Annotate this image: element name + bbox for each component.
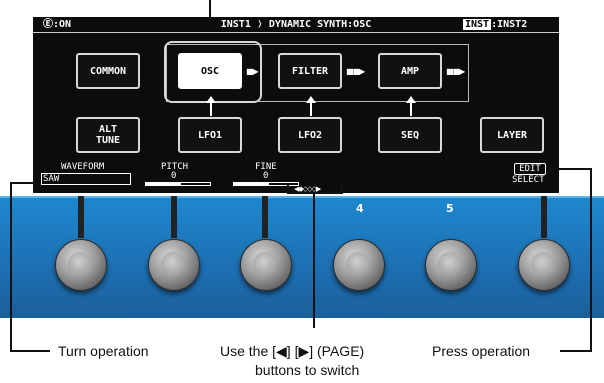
block-layer[interactable]: LAYER bbox=[480, 117, 544, 153]
pitch-bar[interactable] bbox=[145, 182, 211, 186]
alt-tune-line1: ALT bbox=[98, 124, 118, 135]
press-operation-caption: Press operation bbox=[432, 343, 531, 359]
fine-bar[interactable] bbox=[233, 182, 299, 186]
block-seq[interactable]: SEQ bbox=[378, 117, 442, 153]
manual-figure: Ⓔ:ON INST1 ❭ DYNAMIC SYNTH:OSC INST:INST… bbox=[0, 0, 604, 383]
turn-operation-caption: Turn operation bbox=[58, 343, 149, 359]
page-caption-line1: Use the [◀] [▶] (PAGE) bbox=[220, 343, 365, 359]
turn-bracket-top bbox=[12, 182, 38, 184]
panel-highlight bbox=[0, 196, 604, 198]
waveform-value-box[interactable]: SAW bbox=[41, 173, 131, 185]
mod-arrow-icon bbox=[206, 96, 216, 116]
knob-stem bbox=[171, 196, 177, 238]
press-bracket-top bbox=[548, 168, 590, 170]
flow-arrow-icon: ■■▶ bbox=[346, 67, 365, 76]
page-caption-line2: buttons to switch bbox=[255, 362, 360, 378]
lcd-screen: Ⓔ:ON INST1 ❭ DYNAMIC SYNTH:OSC INST:INST… bbox=[33, 17, 559, 193]
block-lfo2[interactable]: LFO2 bbox=[278, 117, 342, 153]
knob-number-5: 5 bbox=[446, 202, 454, 215]
knob-stem bbox=[541, 196, 547, 238]
knob-stem bbox=[78, 196, 84, 238]
knob-1[interactable] bbox=[55, 239, 107, 291]
edit-button-label[interactable]: EDIT bbox=[514, 163, 546, 175]
press-bracket-bottom bbox=[560, 350, 592, 352]
knob-6[interactable] bbox=[518, 239, 570, 291]
status-bar: Ⓔ:ON INST1 ❭ DYNAMIC SYNTH:OSC INST:INST… bbox=[33, 17, 559, 33]
flow-arrow-icon: ■■▶ bbox=[446, 67, 465, 76]
inst-other: :INST2 bbox=[491, 19, 528, 30]
pitch-value: 0 bbox=[171, 171, 177, 181]
mod-arrow-icon bbox=[406, 96, 416, 116]
block-lfo1[interactable]: LFO1 bbox=[178, 117, 242, 153]
flow-arrow-icon: ■▶ bbox=[246, 67, 259, 76]
inst-selected: INST bbox=[463, 19, 492, 30]
block-filter[interactable]: FILTER bbox=[278, 53, 342, 89]
knob-4[interactable] bbox=[333, 239, 385, 291]
page-bracket-bottom bbox=[287, 192, 343, 194]
mod-arrow-icon bbox=[306, 96, 316, 116]
block-amp[interactable]: AMP bbox=[378, 53, 442, 89]
inst-switch[interactable]: INST:INST2 bbox=[463, 17, 527, 32]
knob-2[interactable] bbox=[148, 239, 200, 291]
turn-bracket-side bbox=[10, 182, 12, 352]
knob-3[interactable] bbox=[240, 239, 292, 291]
knob-stem bbox=[262, 196, 268, 238]
press-bracket-side bbox=[590, 168, 592, 352]
turn-bracket-bottom bbox=[10, 350, 50, 352]
block-osc[interactable]: OSC bbox=[178, 53, 242, 89]
alt-tune-line2: TUNE bbox=[95, 135, 121, 146]
knob-number-4: 4 bbox=[356, 202, 364, 215]
block-alt-tune[interactable]: ALT TUNE bbox=[76, 117, 140, 153]
waveform-label: WAVEFORM bbox=[61, 162, 105, 172]
page-callout-line bbox=[313, 194, 315, 328]
select-label: SELECT bbox=[512, 175, 545, 185]
knob-5[interactable] bbox=[425, 239, 477, 291]
block-common[interactable]: COMMON bbox=[76, 53, 140, 89]
fine-value: 0 bbox=[263, 171, 269, 181]
